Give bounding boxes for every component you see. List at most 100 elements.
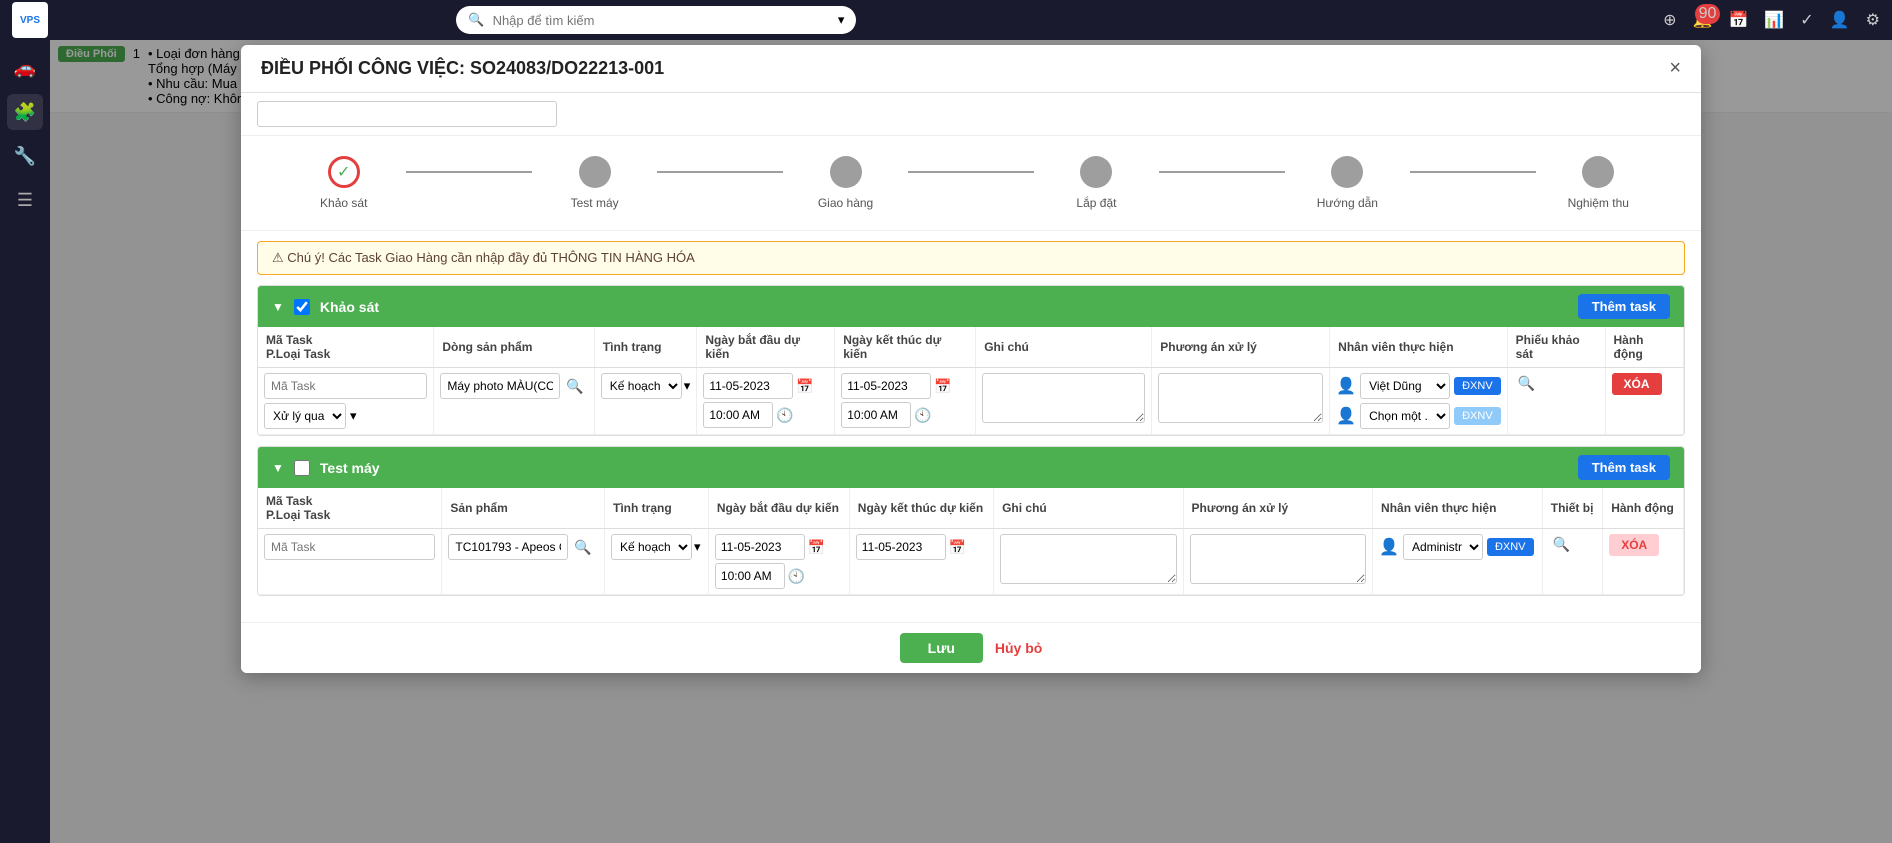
khao-sat-header-row: Mã TaskP.Loại Task Dòng sản phẩm Tình tr… <box>258 327 1684 368</box>
calendar-icon-kt-tm[interactable]: 📅 <box>949 539 966 556</box>
test-may-table: Mã TaskP.Loại Task Sản phẩm Tình trạng N… <box>258 488 1684 595</box>
sidebar-item-puzzle[interactable]: 🧩 <box>7 94 43 130</box>
xoa-btn-tm[interactable]: XÓA <box>1609 534 1659 556</box>
logo: VPS <box>12 2 48 38</box>
step-nghiem-thu[interactable]: Nghiệm thu <box>1536 156 1661 210</box>
calendar-icon-bd-tm[interactable]: 📅 <box>808 539 825 556</box>
search-phieu-ks[interactable]: 🔍 <box>1514 373 1539 394</box>
step-test-may[interactable]: Test máy <box>532 156 657 210</box>
topnav-icons: ⊕ 🔔 90 📅 📊 ✓ 👤 ⚙ <box>1663 10 1880 30</box>
step-huong-dan[interactable]: Hướng dẫn <box>1285 156 1410 210</box>
gear-icon[interactable]: ⚙ <box>1866 10 1880 30</box>
input-gio-kt-ks[interactable] <box>841 402 911 428</box>
dxnv-btn-1-tm[interactable]: ĐXNV <box>1487 538 1534 556</box>
col-nhan-vien-ks: Nhân viên thực hiện <box>1330 327 1507 368</box>
clock-icon-kt-ks[interactable]: 🕙 <box>914 407 931 424</box>
search-icon: 🔍 <box>468 12 484 28</box>
col-nhan-vien-tm: Nhân viên thực hiện <box>1373 488 1543 529</box>
clock-icon-bd-tm[interactable]: 🕙 <box>788 568 805 585</box>
section-title-test-may: Test máy <box>320 460 380 476</box>
chart-icon[interactable]: 📊 <box>1764 10 1784 30</box>
dxnv-btn-2-ks[interactable]: ĐXNV <box>1454 407 1501 425</box>
table-row: 🔍 Kế hoạch ▾ <box>258 529 1684 595</box>
cell-ma-task-tm <box>258 529 442 595</box>
clock-icon-bd-ks[interactable]: 🕙 <box>776 407 793 424</box>
textarea-ghi-chu-ks[interactable] <box>982 373 1145 423</box>
input-ngay-bd-ks[interactable] <box>703 373 793 399</box>
col-dong-sp-ks: Dòng sản phẩm <box>434 327 594 368</box>
user-icon-1-ks: 👤 <box>1336 376 1356 396</box>
input-dong-sp-ks[interactable] <box>440 373 560 399</box>
check-icon[interactable]: ✓ <box>1800 10 1813 30</box>
search-bar[interactable]: 🔍 ▾ <box>456 6 856 34</box>
stepper: ✓ Khảo sát Test máy Giao hàng <box>281 156 1661 210</box>
textarea-ghi-chu-tm[interactable] <box>1000 534 1176 584</box>
close-button[interactable]: × <box>1669 57 1681 80</box>
step-circle-giao-hang <box>830 156 862 188</box>
chevron-test-may[interactable]: ▼ <box>272 461 284 475</box>
xoa-btn-ks[interactable]: XÓA <box>1612 373 1662 395</box>
select-tinh-trang-tm[interactable]: Kế hoạch <box>611 534 692 560</box>
modal: ĐIỀU PHỐI CÔNG VIỆC: SO24083/DO22213-001… <box>241 45 1701 673</box>
input-ngay-kt-tm[interactable] <box>856 534 946 560</box>
step-lap-dat[interactable]: Lắp đặt <box>1034 156 1159 210</box>
step-label-lap-dat: Lắp đặt <box>1076 196 1116 210</box>
input-san-pham-tm[interactable] <box>448 534 568 560</box>
textarea-phuong-an-tm[interactable] <box>1190 534 1366 584</box>
col-tinh-trang-tm: Tình trạng <box>605 488 709 529</box>
search-input[interactable] <box>493 13 830 28</box>
checkbox-khao-sat[interactable] <box>294 299 310 315</box>
sidebar-item-vehicle[interactable]: 🚗 <box>7 50 43 86</box>
them-task-button-test-may[interactable]: Thêm task <box>1578 455 1670 480</box>
input-ma-task-tm[interactable] <box>264 534 435 560</box>
select-tinh-trang-ks[interactable]: Kế hoạch <box>601 373 682 399</box>
cell-tinh-trang-ks: Kế hoạch ▾ <box>594 368 697 435</box>
khao-sat-table: Mã TaskP.Loại Task Dòng sản phẩm Tình tr… <box>258 327 1684 435</box>
input-gio-bd-ks[interactable] <box>703 402 773 428</box>
sidebar-item-menu[interactable]: ☰ <box>7 182 43 218</box>
col-ma-task-ks: Mã TaskP.Loại Task <box>258 327 434 368</box>
cell-ghi-chu-ks <box>976 368 1152 435</box>
chevron-khao-sat[interactable]: ▼ <box>272 300 284 314</box>
calendar-icon-bd-ks[interactable]: 📅 <box>796 378 813 395</box>
notification-badge-wrap[interactable]: 🔔 90 <box>1693 10 1713 30</box>
col-ngay-kt-ks: Ngày kết thúc dự kiến <box>835 327 976 368</box>
luu-button[interactable]: Lưu <box>900 633 983 663</box>
step-line-1 <box>406 171 531 173</box>
add-icon[interactable]: ⊕ <box>1663 10 1676 30</box>
select-nv2-ks[interactable]: Chọn một ... <box>1360 403 1450 429</box>
step-circle-huong-dan <box>1331 156 1363 188</box>
col-phieu-ks: Phiếu khảo sát <box>1507 327 1605 368</box>
user-icon[interactable]: 👤 <box>1830 10 1850 30</box>
select-nv1-tm[interactable]: Administra... <box>1403 534 1483 560</box>
input-ma-task-ks[interactable] <box>264 373 427 399</box>
checkbox-test-may[interactable] <box>294 460 310 476</box>
calendar-icon-kt-ks[interactable]: 📅 <box>934 378 951 395</box>
chevron-tinhtrang-tm: ▾ <box>694 539 701 555</box>
calendar-icon[interactable]: 📅 <box>1728 10 1748 30</box>
cell-nhan-vien-ks: 👤 Việt Dũng ĐXNV 👤 Chọn một ... <box>1330 368 1507 435</box>
input-ngay-kt-ks[interactable] <box>841 373 931 399</box>
modal-body: ✓ Khảo sát Test máy Giao hàng <box>241 93 1701 622</box>
input-gio-bd-tm[interactable] <box>715 563 785 589</box>
step-khao-sat[interactable]: ✓ Khảo sát <box>281 156 406 210</box>
step-line-3 <box>908 171 1033 173</box>
step-circle-test-may <box>579 156 611 188</box>
huy-button[interactable]: Hủy bỏ <box>995 640 1042 656</box>
top-input[interactable] <box>257 101 557 127</box>
user-icon-1-tm: 👤 <box>1379 537 1399 557</box>
sidebar: 🚗 🧩 🔧 ☰ <box>0 40 50 843</box>
search-dong-sp-ks[interactable]: 🔍 <box>562 376 587 397</box>
select-phan-loai-ks[interactable]: Xử lý qua <box>264 403 346 429</box>
them-task-button-khao-sat[interactable]: Thêm task <box>1578 294 1670 319</box>
textarea-phuong-an-ks[interactable] <box>1158 373 1323 423</box>
dxnv-btn-1-ks[interactable]: ĐXNV <box>1454 377 1501 395</box>
input-ngay-bd-tm[interactable] <box>715 534 805 560</box>
step-giao-hang[interactable]: Giao hàng <box>783 156 908 210</box>
sidebar-item-tool[interactable]: 🔧 <box>7 138 43 174</box>
select-nv1-ks[interactable]: Việt Dũng <box>1360 373 1450 399</box>
search-san-pham-tm[interactable]: 🔍 <box>570 537 595 558</box>
cell-nhan-vien-tm: 👤 Administra... ĐXNV <box>1373 529 1543 595</box>
step-circle-khao-sat: ✓ <box>328 156 360 188</box>
search-thiet-bi-tm[interactable]: 🔍 <box>1549 534 1574 555</box>
